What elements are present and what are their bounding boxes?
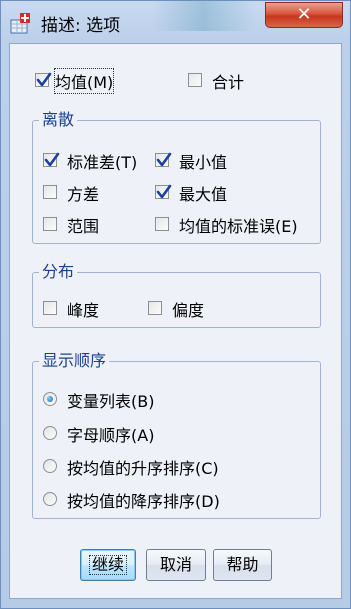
spss-app-icon [9,11,33,35]
close-button[interactable]: ✕ [265,2,343,28]
maximum-label: 最大值 [179,185,228,204]
display-order-group-title: 显示顺序 [39,351,110,371]
checkmark-icon [44,152,60,167]
help-button[interactable]: 帮助 [213,549,272,581]
title-bar[interactable]: 描述: 选项 ✕ [1,1,350,43]
range-check-box[interactable] [43,217,57,231]
checkmark-icon [156,152,172,167]
sum-check-box[interactable] [188,73,202,87]
radio-selected-dot [47,396,53,402]
help-button-label: 帮助 [226,555,259,574]
options-dialog: 描述: 选项 ✕ 均值(M) 合计 离散 标准差(T) 最小值 方差 最大值 范… [0,0,351,609]
close-icon: ✕ [296,4,312,25]
dialog-body: 均值(M) 合计 离散 标准差(T) 最小值 方差 最大值 范围 均值的标准误(… [9,43,342,599]
minimum-label: 最小值 [179,153,228,172]
checkmark-icon [156,184,172,199]
mean-label: 均值(M) [53,68,115,94]
continue-button[interactable]: 继续 [80,549,136,581]
variable-list-label: 变量列表(B) [67,392,155,411]
se-mean-check-box[interactable] [155,217,169,231]
descending-means-label: 按均值的降序排序(D) [67,492,220,511]
distribution-group: 分布 峰度 偏度 [32,262,321,328]
minimum-check-box[interactable] [155,152,172,167]
dispersion-group-title: 离散 [39,110,78,130]
std-dev-check-box[interactable] [43,152,60,167]
cancel-button-label: 取消 [159,555,192,574]
distribution-group-title: 分布 [39,262,78,282]
continue-button-label: 继续 [88,555,128,575]
sum-label: 合计 [212,73,245,92]
variance-label: 方差 [67,185,100,204]
dispersion-group: 离散 标准差(T) 最小值 方差 最大值 范围 均值的标准误(E) [32,110,321,244]
variable-list-radio-button[interactable] [43,392,57,406]
checkmark-icon [36,72,52,87]
std-dev-label: 标准差(T) [67,153,138,172]
mean-check-box[interactable] [35,72,52,87]
alphabetic-radio-button[interactable] [43,426,57,440]
cancel-button[interactable]: 取消 [146,549,206,581]
display-order-group: 显示顺序 变量列表(B) 字母顺序(A) 按均值的升序排序(C) 按均值的降序排… [32,351,321,519]
alphabetic-label: 字母顺序(A) [67,426,155,445]
range-label: 范围 [67,217,100,236]
se-mean-label: 均值的标准误(E) [179,217,298,236]
descending-means-radio-button[interactable] [43,492,57,506]
maximum-check-box[interactable] [155,184,172,199]
kurtosis-label: 峰度 [67,301,100,320]
ascending-means-radio-button[interactable] [43,459,57,473]
skewness-check-box[interactable] [148,301,162,315]
ascending-means-label: 按均值的升序排序(C) [67,459,219,478]
window-title: 描述: 选项 [41,16,121,36]
variance-check-box[interactable] [43,185,57,199]
skewness-label: 偏度 [172,301,205,320]
title-background-decoration [151,1,256,31]
kurtosis-check-box[interactable] [43,301,57,315]
